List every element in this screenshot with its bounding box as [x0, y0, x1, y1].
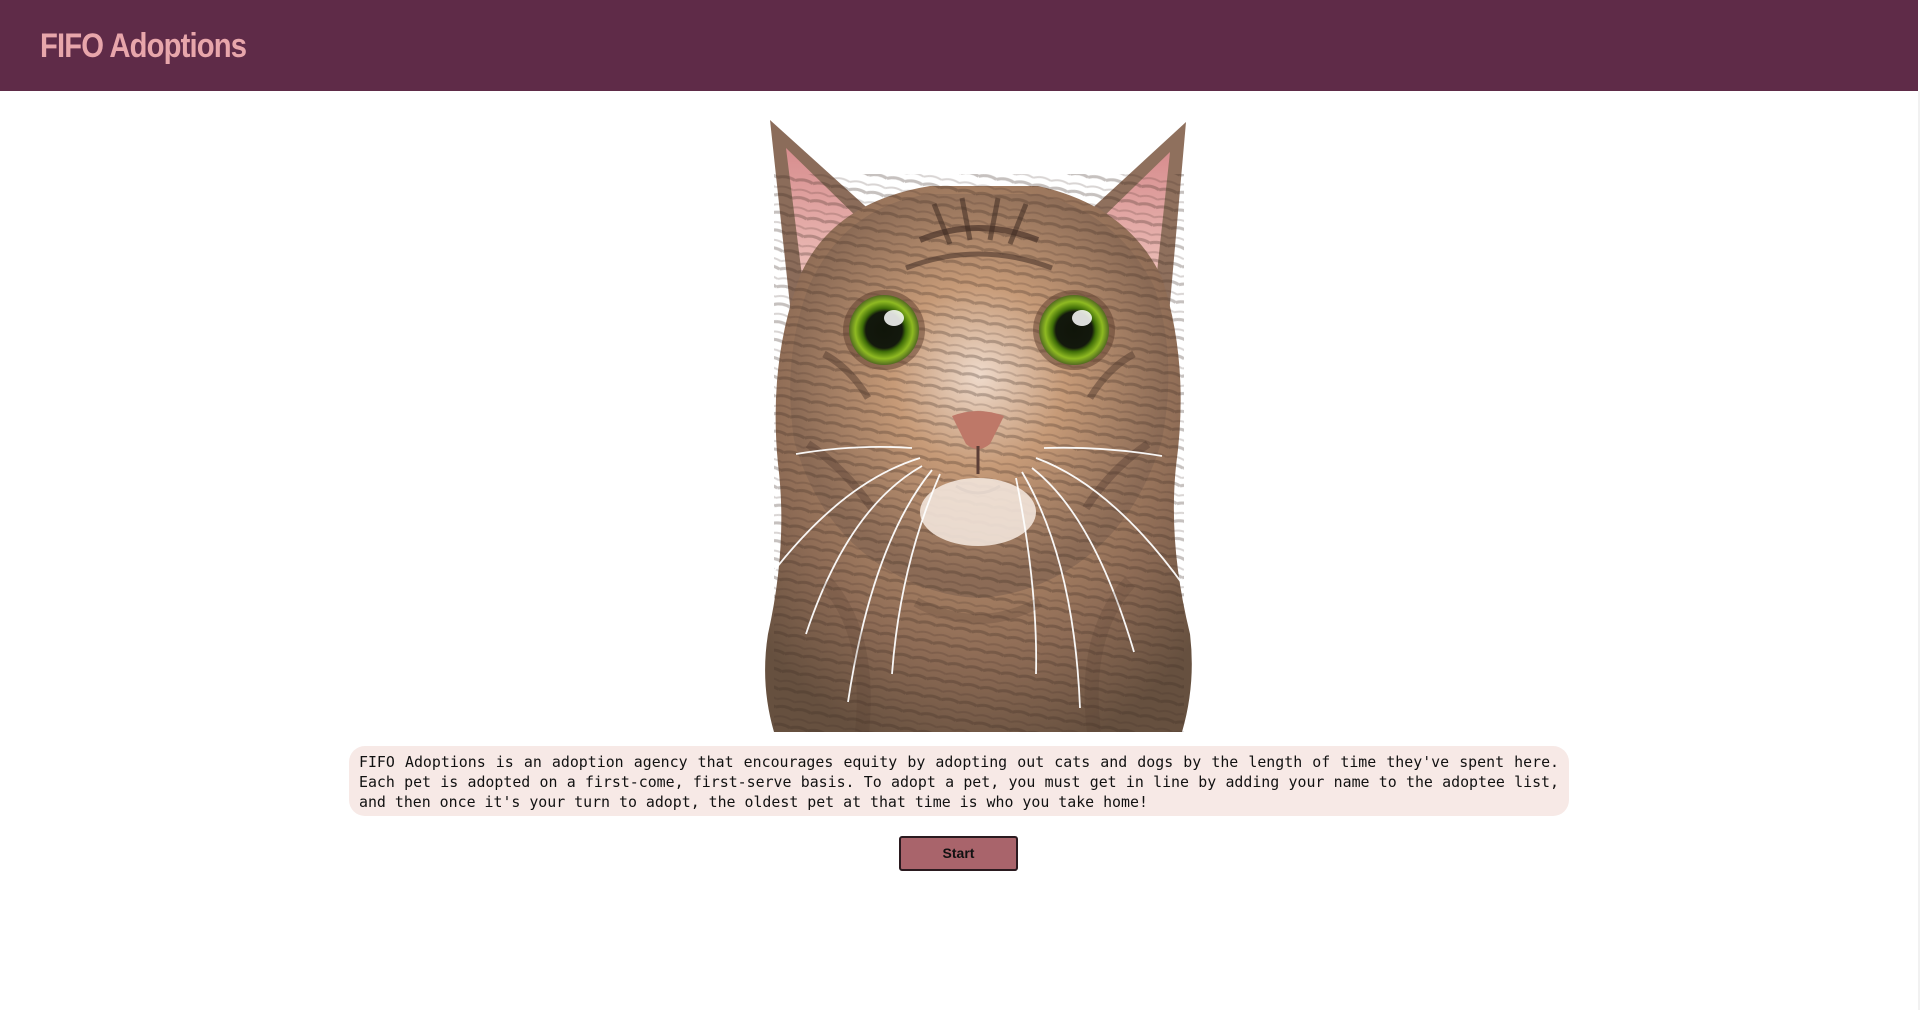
landing-page: FIFO Adoptions FIFO Adoptions is an adop… [0, 0, 1920, 1010]
start-button[interactable]: Start [899, 836, 1018, 871]
top-header: FIFO Adoptions [0, 0, 1918, 91]
cat-photo-icon [752, 114, 1204, 732]
hero-cat-image [752, 114, 1204, 732]
agency-description: FIFO Adoptions is an adoption agency tha… [359, 753, 1559, 811]
description-panel: FIFO Adoptions is an adoption agency tha… [349, 746, 1569, 816]
brand-title[interactable]: FIFO Adoptions [40, 26, 247, 66]
